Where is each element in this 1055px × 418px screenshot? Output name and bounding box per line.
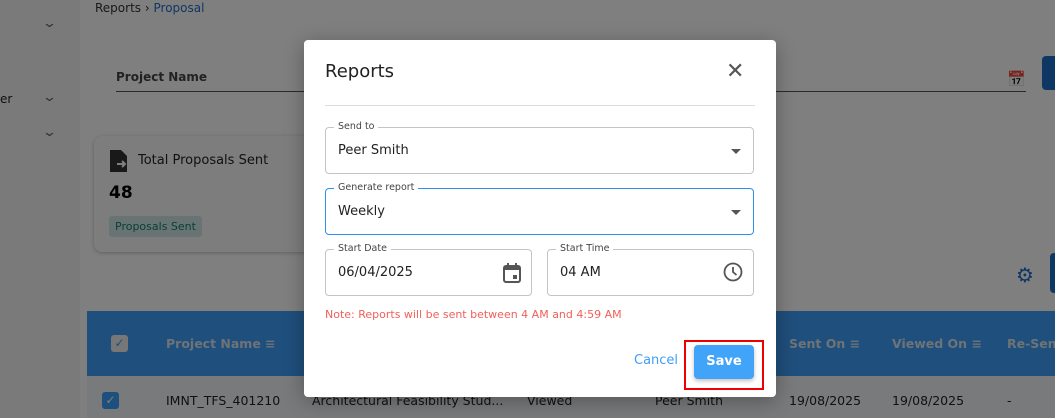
dialog-title: Reports	[325, 61, 395, 82]
close-icon[interactable]: ✕	[726, 59, 744, 84]
start-date-label: Start Date	[334, 243, 391, 254]
generate-report-label: Generate report	[334, 182, 419, 193]
calendar-icon[interactable]	[503, 263, 521, 283]
save-button[interactable]: Save	[694, 345, 754, 379]
divider	[325, 105, 755, 106]
send-to-value: Peer Smith	[338, 143, 409, 158]
start-time-value: 04 AM	[560, 265, 601, 280]
cancel-button[interactable]: Cancel	[634, 353, 678, 368]
schedule-note: Note: Reports will be sent between 4 AM …	[325, 308, 622, 321]
clock-icon[interactable]	[723, 262, 743, 282]
send-to-label: Send to	[334, 121, 379, 132]
generate-report-value: Weekly	[338, 204, 385, 219]
send-to-select[interactable]: Send to Peer Smith	[325, 121, 754, 174]
start-date-value: 06/04/2025	[338, 265, 413, 280]
start-time-label: Start Time	[556, 243, 614, 254]
generate-report-select[interactable]: Generate report Weekly	[325, 182, 754, 235]
dropdown-arrow-icon[interactable]	[731, 210, 741, 215]
start-date-input[interactable]: Start Date 06/04/2025	[325, 243, 532, 296]
dropdown-arrow-icon[interactable]	[731, 149, 741, 154]
reports-dialog: Reports ✕ Send to Peer Smith Generate re…	[304, 40, 776, 397]
start-time-input[interactable]: Start Time 04 AM	[547, 243, 754, 296]
